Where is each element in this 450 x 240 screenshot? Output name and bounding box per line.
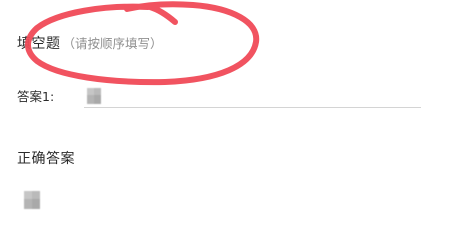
answer-input[interactable] <box>84 85 421 108</box>
answer-row: 答案1: <box>17 85 421 109</box>
correct-answer-title: 正确答案 <box>17 151 75 167</box>
question-type-label: 填空题 <box>17 36 61 52</box>
question-header: 填空题 （请按顺序填写） <box>17 33 163 53</box>
question-page: 填空题 （请按顺序填写） 答案1: 正确答案 <box>0 0 450 218</box>
redacted-answer-mark <box>87 88 101 104</box>
answer-label: 答案1: <box>17 89 55 104</box>
question-hint: （请按顺序填写） <box>62 36 163 51</box>
redacted-correct-answer-mark <box>24 191 40 209</box>
